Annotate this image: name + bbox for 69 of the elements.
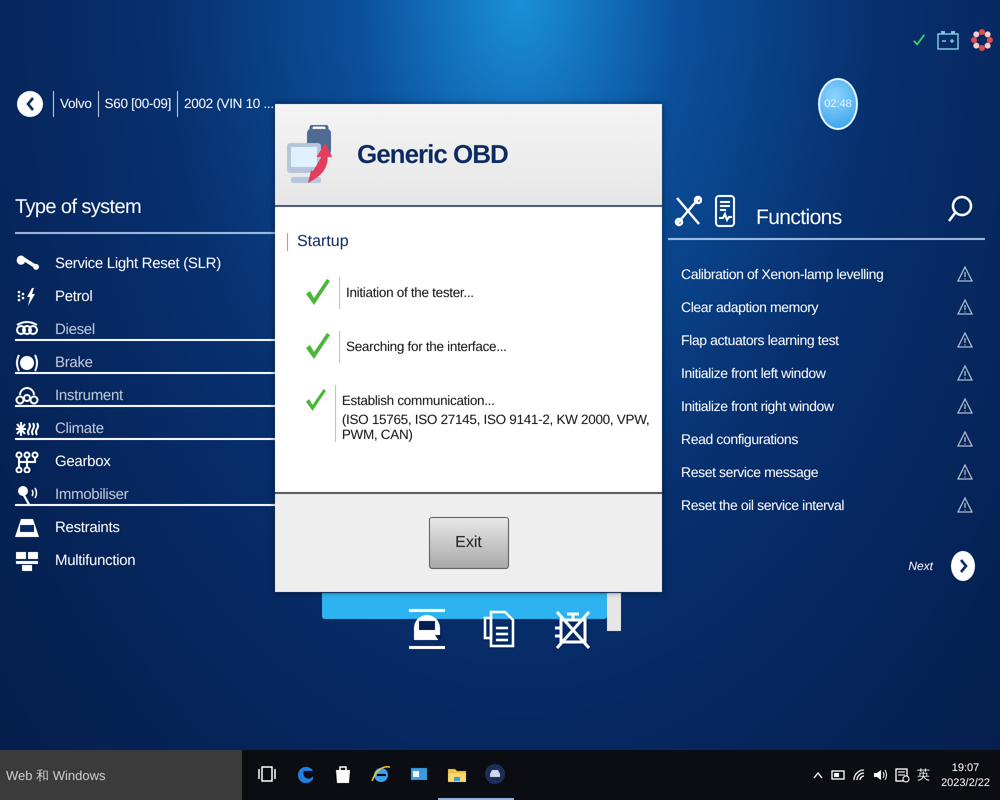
- battery-icon: [936, 29, 960, 51]
- function-item[interactable]: Initialize front left window: [681, 364, 826, 380]
- chevron-left-icon: [24, 96, 36, 112]
- function-item[interactable]: Clear adaption memory: [681, 298, 818, 314]
- computer-sync-icon: [285, 124, 335, 184]
- system-type-item[interactable]: Gearbox: [15, 445, 275, 478]
- documents-icon[interactable]: [483, 608, 517, 650]
- back-button[interactable]: [17, 91, 43, 117]
- system-type-item[interactable]: Service Light Reset (SLR): [15, 247, 275, 280]
- function-item[interactable]: Flap actuators learning test: [681, 332, 839, 348]
- speaker-icon[interactable]: [873, 768, 888, 782]
- clock[interactable]: 19:07 2023/2/22: [941, 762, 990, 788]
- warning-icon: [957, 266, 973, 282]
- system-icon: [15, 384, 39, 406]
- document-pulse-icon: [714, 194, 736, 228]
- chevron-up-icon[interactable]: [812, 769, 824, 781]
- scrollbar[interactable]: [607, 593, 621, 631]
- battery-icon[interactable]: [831, 768, 846, 782]
- system-type-item[interactable]: Instrument: [15, 379, 275, 412]
- step-text: Searching for the interface...: [346, 339, 507, 354]
- warning-icon: [957, 464, 973, 480]
- system-icon: [15, 352, 39, 374]
- search-icon[interactable]: [947, 194, 973, 222]
- function-item[interactable]: Read configurations: [681, 430, 798, 446]
- system-type-item[interactable]: Climate: [15, 412, 275, 445]
- function-item[interactable]: Reset service message: [681, 464, 818, 480]
- function-item[interactable]: Initialize front right window: [681, 398, 834, 414]
- function-item[interactable]: Reset the oil service interval: [681, 496, 844, 512]
- warning-icon: [957, 298, 973, 314]
- next-label: Next: [908, 559, 933, 573]
- chevron-right-icon: [958, 558, 968, 574]
- check-icon: [912, 33, 926, 47]
- timer-badge: 02:48: [818, 78, 858, 130]
- panel-heading: Functions: [756, 206, 842, 230]
- breadcrumb-item[interactable]: Volvo: [53, 91, 98, 117]
- warning-icon: [957, 332, 973, 348]
- system-type-item[interactable]: Diesel: [15, 313, 275, 346]
- warning-icon: [957, 364, 973, 380]
- warning-icon: [957, 398, 973, 414]
- step-detail: (ISO 15765, ISO 27145, ISO 9141-2, KW 2000, VPW, PWM, CAN): [342, 412, 650, 442]
- system-type-item[interactable]: Petrol: [15, 280, 275, 313]
- car-icon: [484, 763, 506, 785]
- tools-icon: [674, 195, 702, 227]
- breadcrumb-item[interactable]: S60 [00-09]: [98, 91, 178, 117]
- warning-icon: [957, 496, 973, 512]
- system-type-item[interactable]: Brake: [15, 346, 275, 379]
- section-heading: Startup: [287, 233, 662, 251]
- search-field[interactable]: Web 和 Windows: [0, 750, 242, 800]
- notes-icon[interactable]: [895, 768, 910, 782]
- system-icon: [15, 450, 39, 472]
- system-type-item[interactable]: Multifunction: [15, 544, 275, 577]
- system-icon: [15, 516, 39, 538]
- system-type-item[interactable]: Immobiliser: [15, 478, 275, 511]
- ie-icon: [370, 763, 392, 785]
- system-type-item[interactable]: Restraints: [15, 511, 275, 544]
- ime-indicator[interactable]: 英: [917, 766, 930, 784]
- warning-icon: [957, 430, 973, 446]
- wifi-icon[interactable]: [852, 768, 866, 782]
- next-button[interactable]: [951, 551, 975, 581]
- exit-button[interactable]: Exit: [428, 517, 508, 569]
- engine-crossed-icon[interactable]: [553, 608, 593, 652]
- step-text: Initiation of the tester...: [346, 285, 474, 300]
- dialog-title: Generic OBD: [357, 139, 508, 170]
- system-icon: [15, 550, 39, 572]
- loading-icon: [970, 28, 994, 52]
- step-text: Establish communication...: [342, 393, 496, 408]
- function-item[interactable]: Calibration of Xenon-lamp levelling: [681, 266, 884, 282]
- system-icon: [15, 484, 39, 506]
- car-seat-icon[interactable]: [407, 608, 447, 650]
